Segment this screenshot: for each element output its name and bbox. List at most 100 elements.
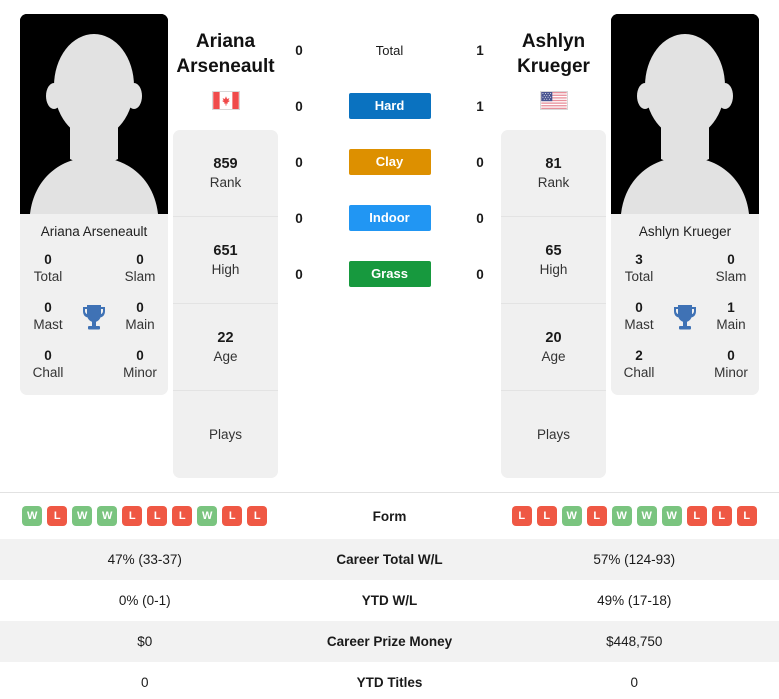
trophy-icon [674, 304, 696, 330]
h2h-hard-badge-wrap: Hard [315, 93, 464, 119]
h2h-hard-p2: 1 [476, 98, 484, 114]
player2-photo [611, 14, 759, 214]
player2-first-name: Ashlyn [521, 31, 586, 52]
player1-titles-main-label: Main [125, 316, 155, 332]
form-badge-loss: L [586, 506, 607, 527]
form-badge-win: W [197, 506, 218, 527]
player2-titles-chall-label: Chall [623, 364, 655, 380]
form-badge-win: W [611, 506, 632, 527]
surface-badge-grass[interactable]: Grass [348, 261, 431, 287]
player1-plays-cell: Plays [173, 391, 278, 478]
player1-ytd-wl: 0% (0-1) [118, 593, 171, 609]
table-row-ytd-wl: 0% (0-1) YTD W/L 49% (17-18) [0, 580, 779, 621]
player2-trophy [659, 303, 711, 331]
player2-titles-slam-value: 0 [727, 252, 735, 268]
head-to-head-column: 0 Total 1 0 Hard 1 0 Clay 0 0 Indoor 0 0… [283, 14, 496, 302]
player2-photo-card [611, 14, 759, 214]
player1-titles-slam: 0 Slam [120, 252, 160, 286]
h2h-clay-row: 0 Clay 0 [283, 134, 496, 190]
player2-titles-total: 3 Total [619, 252, 659, 286]
form-badge-win: W [636, 506, 657, 527]
player2-titles-grid: 3 Total 0 Slam 0 Mast 1 Main 2 Chall 0 M… [619, 252, 751, 381]
player2-ytd-wl: 49% (17-18) [597, 593, 672, 609]
player1-titles-minor-value: 0 [136, 347, 144, 363]
player2-titles-main: 1 Main [711, 300, 751, 334]
player2-ytd-titles: 0 [630, 675, 638, 691]
player2-plays-label: Plays [536, 427, 570, 443]
player1-titles-mast: 0 Mast [28, 300, 68, 334]
career-prize-money-label: Career Prize Money [326, 634, 453, 650]
player2-titles-total-value: 3 [635, 252, 643, 268]
player1-titles-total: 0 Total [28, 252, 68, 286]
player2-age-label: Age [541, 349, 566, 365]
surface-badge-indoor[interactable]: Indoor [348, 205, 431, 231]
player2-high-label: High [539, 262, 568, 278]
player2-form-badges: LLWLWWWLLL [490, 506, 779, 527]
player2-titles-minor: 0 Minor [711, 348, 751, 382]
player1-rank-cell: 859 Rank [173, 130, 278, 218]
player1-first-name: Ariana [195, 31, 256, 52]
player1-titles-slam-value: 0 [136, 252, 144, 268]
player1-trophy [68, 303, 120, 331]
h2h-hard-row: 0 Hard 1 [283, 78, 496, 134]
player1-fullname: Ariana Arseneault [173, 30, 278, 79]
player1-plays-label: Plays [208, 427, 242, 443]
surface-badge-hard[interactable]: Hard [348, 93, 431, 119]
h2h-total-label: Total [375, 42, 404, 58]
player1-age-value: 22 [217, 330, 234, 347]
h2h-total-row: 0 Total 1 [283, 22, 496, 78]
flag-usa-icon [539, 91, 568, 111]
player1-info-column: Ariana Arseneault 859 Rank 651 High 22 A… [168, 14, 283, 479]
h2h-total-p2: 1 [476, 42, 484, 58]
form-badge-win: W [661, 506, 682, 527]
player2-career-total-wl: 57% (124-93) [593, 552, 676, 568]
player1-titles-minor: 0 Minor [120, 348, 160, 382]
form-badge-loss: L [247, 506, 268, 527]
player1-age-label: Age [213, 349, 238, 365]
h2h-indoor-p1: 0 [295, 210, 303, 226]
career-total-wl-label: Career Total W/L [336, 552, 443, 568]
ytd-wl-label: YTD W/L [361, 593, 418, 609]
table-row-ytd-titles: 0 YTD Titles 0 [0, 662, 779, 699]
player2-titles-mast: 0 Mast [619, 300, 659, 334]
player1-titles-card: Ariana Arseneault 0 Total 0 Slam 0 Mast [20, 214, 168, 396]
player1-titles-total-value: 0 [44, 252, 52, 268]
table-row-career-total-wl: 47% (33-37) Career Total W/L 57% (124-93… [0, 539, 779, 581]
player1-titles-chall: 0 Chall [28, 348, 68, 382]
form-badge-loss: L [122, 506, 143, 527]
player1-age-cell: 22 Age [173, 304, 278, 392]
h2h-indoor-p2: 0 [476, 210, 484, 226]
player1-form-cell: WLWWLLLWLL [0, 506, 290, 527]
player1-titles-chall-label: Chall [32, 364, 64, 380]
player1-rank-label: Rank [209, 175, 242, 191]
h2h-clay-p2: 0 [476, 154, 484, 170]
player2-age-cell: 20 Age [501, 304, 606, 392]
h2h-hard-p1: 0 [295, 98, 303, 114]
player2-high-cell: 65 High [501, 217, 606, 305]
player2-fullname: Ashlyn Krueger [501, 30, 606, 79]
player1-rank-card: 859 Rank 651 High 22 Age Plays [173, 130, 278, 479]
player1-column: Ariana Arseneault 0 Total 0 Slam 0 Mast [20, 14, 168, 396]
player2-plays-cell: Plays [501, 391, 606, 478]
player2-titles-main-label: Main [716, 316, 746, 332]
player2-titles-slam: 0 Slam [711, 252, 751, 286]
player2-form-cell: LLWLWWWLLL [490, 506, 779, 527]
table-row-form: WLWWLLLWLL Form LLWLWWWLLL [0, 493, 779, 539]
player2-column: Ashlyn Krueger 3 Total 0 Slam 0 Mast 1 M… [611, 14, 759, 396]
form-badge-loss: L [147, 506, 168, 527]
flag-canada-icon [211, 91, 240, 111]
form-row-label: Form [372, 508, 407, 524]
player1-titles-main-value: 0 [136, 299, 144, 315]
comparison-stats-table: WLWWLLLWLL Form LLWLWWWLLL 47% (33-37) C… [0, 492, 779, 699]
h2h-clay-p1: 0 [295, 154, 303, 170]
form-badge-win: W [22, 506, 43, 527]
player1-rank-value: 859 [213, 156, 238, 173]
player1-form-badges: WLWWLLLWLL [0, 506, 290, 527]
ytd-titles-label: YTD Titles [356, 675, 423, 691]
player2-info-column: Ashlyn Krueger 81 Rank 65 High 20 Age Pl… [496, 14, 611, 479]
player2-rank-card: 81 Rank 65 High 20 Age Plays [501, 130, 606, 479]
surface-badge-clay[interactable]: Clay [348, 149, 431, 175]
player1-flag-wrap [173, 91, 278, 111]
player2-titles-chall: 2 Chall [619, 348, 659, 382]
player1-career-prize-money: $0 [137, 634, 153, 650]
